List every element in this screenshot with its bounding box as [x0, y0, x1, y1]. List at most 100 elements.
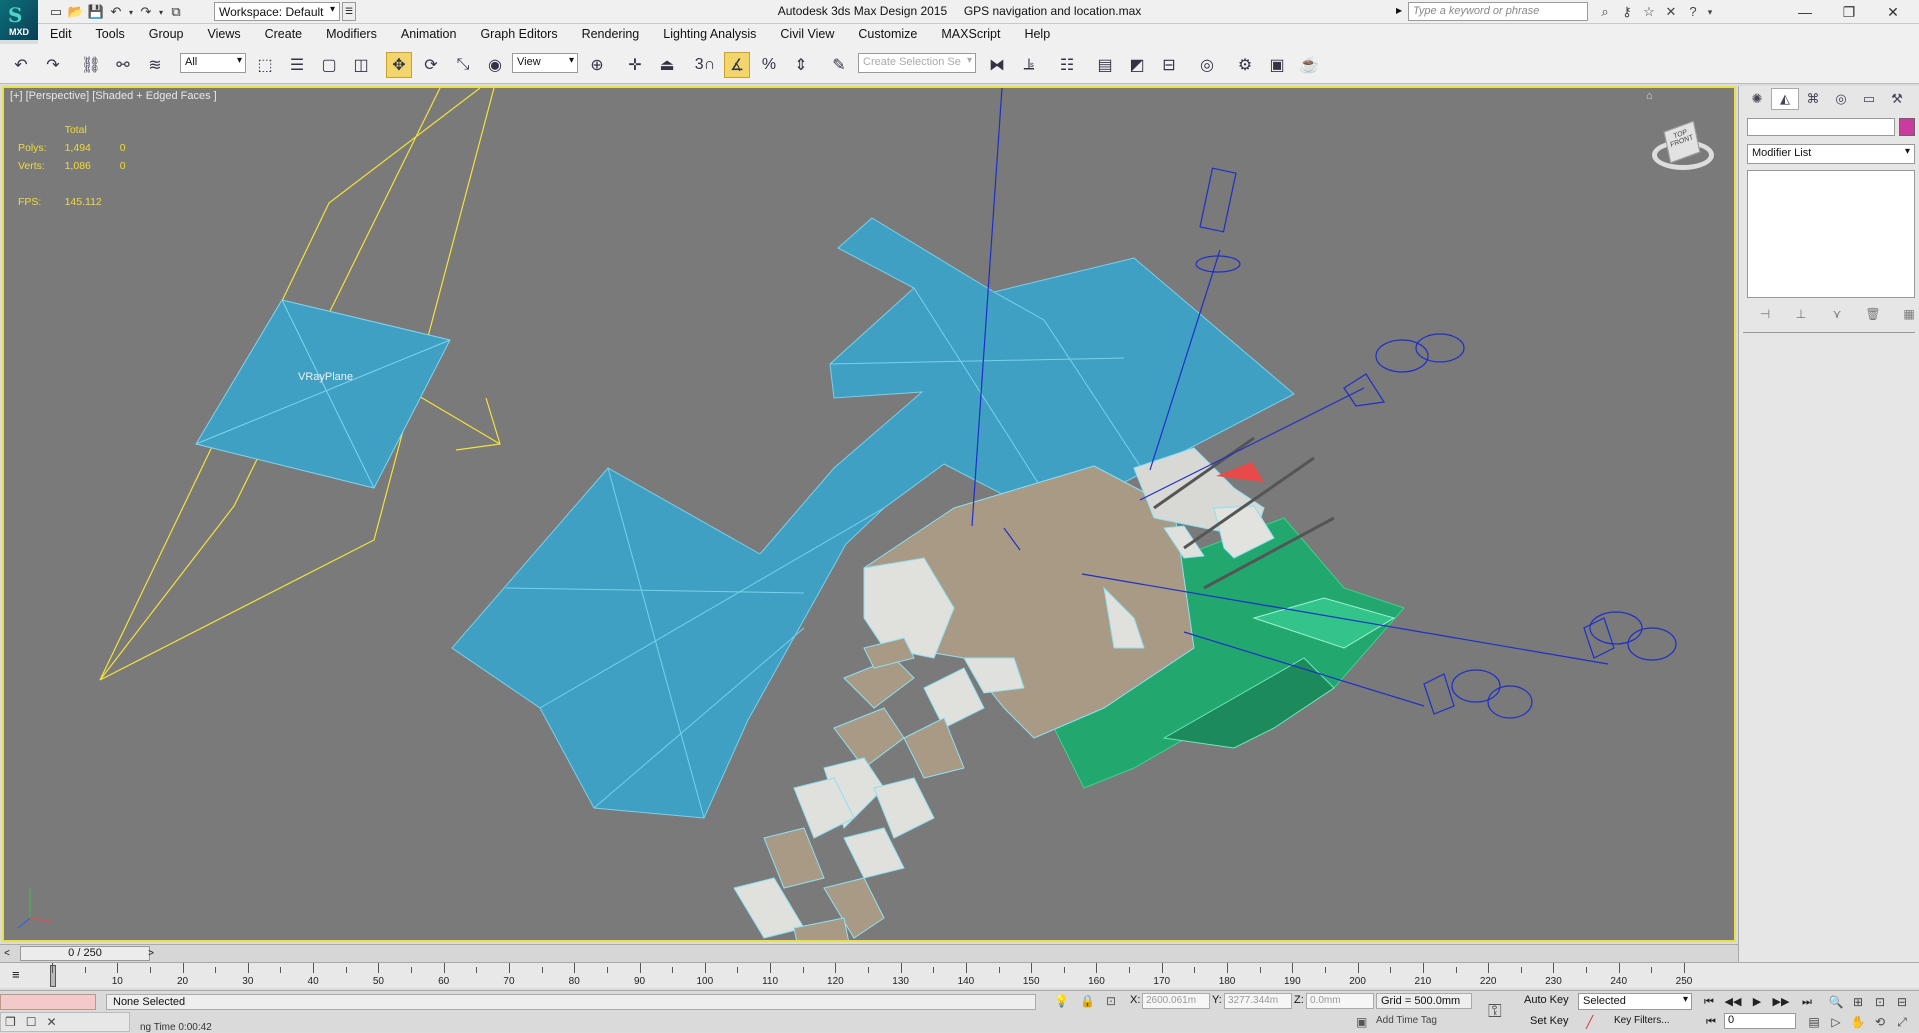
menu-help[interactable]: Help	[1012, 27, 1062, 41]
object-name-field[interactable]	[1747, 118, 1895, 136]
pan-icon[interactable]: ✋	[1848, 1013, 1868, 1031]
redo-icon[interactable]: ↷	[136, 2, 156, 22]
show-end-result-icon[interactable]: ⊥	[1785, 304, 1817, 324]
render-production-icon[interactable]: ☕	[1296, 52, 1322, 78]
mini-curve-editor-icon[interactable]: ≡	[12, 967, 32, 983]
create-tab-icon[interactable]: ✺	[1743, 88, 1771, 110]
menu-customize[interactable]: Customize	[846, 27, 929, 41]
rendered-frame-window-icon[interactable]: ▣	[1264, 52, 1290, 78]
frame-ruler[interactable]: 10 20 30 40 50 60 70 80 90 100 110 120 130 140 150 160 1…	[50, 963, 1692, 987]
place-icon[interactable]: ◉	[482, 52, 508, 78]
remove-modifier-icon[interactable]: 🗑	[1857, 304, 1889, 324]
set-key-button[interactable]: Set Key	[1530, 1015, 1569, 1027]
time-slider-next-icon[interactable]: >	[144, 946, 158, 961]
zoom-icon[interactable]: 🔍	[1826, 993, 1846, 1011]
key-mode-icon[interactable]: ╱	[1586, 1015, 1593, 1029]
display-tab-icon[interactable]: ▭	[1855, 88, 1883, 110]
next-frame-icon[interactable]: ▶▶	[1770, 993, 1792, 1011]
menu-modifiers[interactable]: Modifiers	[314, 27, 389, 41]
field-of-view-icon[interactable]: ▷	[1826, 1013, 1846, 1031]
absolute-mode-icon[interactable]: ⊡	[1106, 994, 1116, 1008]
named-selection-set-select[interactable]: Create Selection Se	[858, 53, 976, 73]
hold-icon[interactable]: ⧉	[166, 2, 186, 22]
zoom-all-icon[interactable]: ⊞	[1848, 993, 1868, 1011]
help-dropdown-icon[interactable]: ▾	[1704, 2, 1716, 22]
new-file-icon[interactable]: ▭	[46, 2, 66, 22]
close-button[interactable]: ✕	[1870, 0, 1916, 24]
viewport-label[interactable]: [+] [Perspective] [Shaded + Edged Faces …	[10, 90, 217, 102]
go-to-start-icon[interactable]: ⏮	[1698, 993, 1720, 1011]
key-set-select[interactable]: Selected	[1578, 993, 1692, 1010]
restore-mini-icon[interactable]: ❐	[5, 1015, 16, 1029]
angle-snap-icon[interactable]: ∡	[724, 52, 750, 78]
previous-frame-icon[interactable]: ◀◀	[1722, 993, 1744, 1011]
time-tag-icon[interactable]: ▣	[1356, 1015, 1367, 1029]
time-slider-thumb[interactable]: 0 / 250	[20, 946, 150, 961]
link-icon[interactable]: ⛓	[78, 52, 104, 78]
vrayplane-object[interactable]	[195, 299, 451, 489]
z-coord-field[interactable]: 0.0mm	[1306, 993, 1374, 1009]
modifier-stack[interactable]	[1747, 170, 1915, 298]
make-unique-icon[interactable]: ⋎	[1821, 304, 1853, 324]
search-expand-icon[interactable]: ▶	[1396, 6, 1402, 15]
layer-explorer-icon[interactable]: ☷	[1054, 52, 1080, 78]
pivot-center-icon[interactable]: ⊕	[584, 52, 610, 78]
menu-animation[interactable]: Animation	[389, 27, 469, 41]
y-coord-field[interactable]: 3277.344m	[1224, 993, 1292, 1009]
workspace-select[interactable]: Workspace: Default	[214, 2, 340, 21]
menu-graph-editors[interactable]: Graph Editors	[468, 27, 569, 41]
reference-coordinate-select[interactable]: View	[512, 53, 578, 73]
binoculars-icon[interactable]: ⌕	[1594, 2, 1616, 22]
subscription-icon[interactable]: ⚷	[1616, 2, 1638, 22]
play-icon[interactable]: ▶	[1746, 993, 1768, 1011]
unlink-icon[interactable]: ⚯	[110, 52, 136, 78]
exchange-icon[interactable]: ✕	[1660, 2, 1682, 22]
rotate-icon[interactable]: ⟳	[418, 52, 444, 78]
time-config-icon[interactable]: ▤	[1804, 1013, 1824, 1031]
material-editor-icon[interactable]: ◎	[1194, 52, 1220, 78]
help-icon[interactable]: ?	[1682, 2, 1704, 22]
open-file-icon[interactable]: 📂	[66, 2, 86, 22]
redo-dropdown-icon[interactable]: ▾	[156, 2, 166, 22]
undo-icon[interactable]: ↶	[8, 52, 34, 78]
communication-icon[interactable]: ☆	[1638, 2, 1660, 22]
render-setup-icon[interactable]: ⚙	[1232, 52, 1258, 78]
perspective-viewport[interactable]: [+] [Perspective] [Shaded + Edged Faces …	[2, 86, 1736, 942]
menu-civil-view[interactable]: Civil View	[768, 27, 846, 41]
motion-tab-icon[interactable]: ◎	[1827, 88, 1855, 110]
select-manipulate-icon[interactable]: ✛	[622, 52, 648, 78]
menu-views[interactable]: Views	[195, 27, 252, 41]
set-keys-icon[interactable]: ⚿	[1488, 1001, 1502, 1022]
object-color-swatch[interactable]	[1899, 118, 1915, 136]
playhead[interactable]	[50, 965, 56, 987]
selection-filter-select[interactable]: All	[180, 53, 246, 73]
current-frame-input[interactable]: 0	[1724, 1013, 1796, 1029]
viewcube[interactable]: TOP FRONT	[1646, 116, 1716, 180]
bind-space-warp-icon[interactable]: ≋	[142, 52, 168, 78]
hierarchy-tab-icon[interactable]: ⌘	[1799, 88, 1827, 110]
configure-modifier-sets-icon[interactable]: ▦	[1893, 304, 1919, 324]
undo-dropdown-icon[interactable]: ▾	[126, 2, 136, 22]
mirror-icon[interactable]: ⧓	[984, 52, 1010, 78]
menu-maxscript[interactable]: MAXScript	[929, 27, 1012, 41]
viewcube-home-icon[interactable]: ⌂	[1646, 90, 1653, 102]
select-by-name-icon[interactable]: ☰	[284, 52, 310, 78]
add-time-tag-button[interactable]: Add Time Tag	[1376, 1015, 1437, 1026]
modifier-list-select[interactable]: Modifier List	[1747, 144, 1915, 164]
utilities-tab-icon[interactable]: ⚒	[1883, 88, 1911, 110]
scale-icon[interactable]: ⤡	[450, 52, 476, 78]
key-filters-button[interactable]: Key Filters...	[1614, 1015, 1670, 1026]
window-crossing-icon[interactable]: ◫	[348, 52, 374, 78]
spinner-snap-icon[interactable]: ⇕	[788, 52, 814, 78]
menu-create[interactable]: Create	[253, 27, 315, 41]
maximize-mini-icon[interactable]: ☐	[26, 1015, 37, 1029]
edit-named-selection-icon[interactable]: ✎	[826, 52, 852, 78]
time-slider-prev-icon[interactable]: <	[0, 946, 14, 961]
zoom-extents-all-icon[interactable]: ⊟	[1892, 993, 1912, 1011]
redo-icon[interactable]: ↷	[40, 52, 66, 78]
go-to-end-icon[interactable]: ⏭	[1796, 993, 1818, 1011]
move-icon[interactable]: ✥	[386, 52, 412, 78]
auto-key-button[interactable]: Auto Key	[1524, 994, 1569, 1006]
minimize-button[interactable]: —	[1782, 0, 1828, 24]
modify-tab-icon[interactable]: ◭	[1771, 88, 1799, 110]
